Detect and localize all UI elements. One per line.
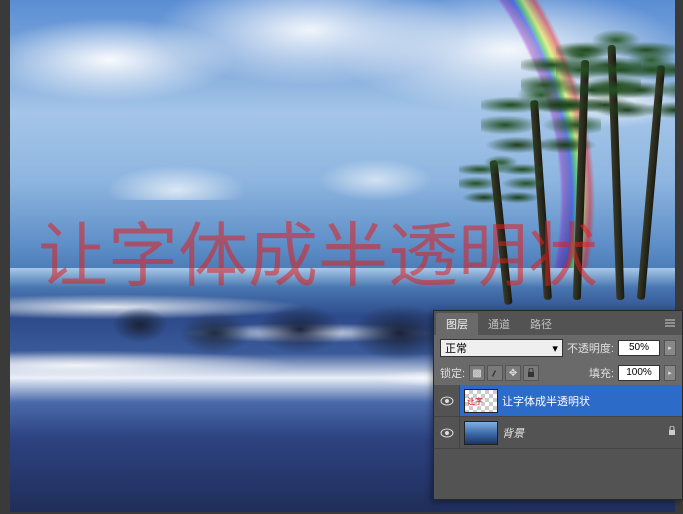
opacity-input[interactable]: 50% <box>618 340 660 356</box>
layer-name[interactable]: 背景 <box>502 425 662 441</box>
layer-list: 让字体成半透明状 背景 <box>434 385 682 499</box>
lock-icon <box>662 426 682 439</box>
fill-input[interactable]: 100% <box>618 365 660 381</box>
canvas-text-overlay[interactable]: 让字体成半透明状 <box>38 200 598 301</box>
blend-mode-select[interactable]: 正常 ▾ <box>440 339 563 357</box>
layer-list-empty <box>434 449 682 499</box>
lock-all-icon[interactable] <box>523 365 539 381</box>
lock-pixels-icon[interactable] <box>487 365 503 381</box>
visibility-toggle[interactable] <box>434 385 460 416</box>
layer-name[interactable]: 让字体成半透明状 <box>502 393 682 409</box>
lock-fill-row: 锁定: ▩ ✥ 填充: 100% ▸ <box>434 361 682 385</box>
layer-row-background[interactable]: 背景 <box>434 417 682 449</box>
chevron-down-icon: ▾ <box>552 342 558 355</box>
tab-layers[interactable]: 图层 <box>436 313 478 335</box>
layer-thumbnail[interactable] <box>464 389 498 413</box>
layer-thumbnail[interactable] <box>464 421 498 445</box>
panel-menu-icon[interactable] <box>660 316 680 333</box>
fill-label: 填充: <box>589 365 614 381</box>
lock-transparency-icon[interactable]: ▩ <box>469 365 485 381</box>
blend-mode-value: 正常 <box>445 340 467 356</box>
lock-label: 锁定: <box>440 365 465 381</box>
fill-arrow-icon[interactable]: ▸ <box>664 365 676 381</box>
tab-paths[interactable]: 路径 <box>520 313 562 335</box>
opacity-arrow-icon[interactable]: ▸ <box>664 340 676 356</box>
tab-channels[interactable]: 通道 <box>478 313 520 335</box>
eye-icon <box>440 396 454 406</box>
lock-position-icon[interactable]: ✥ <box>505 365 521 381</box>
blend-opacity-row: 正常 ▾ 不透明度: 50% ▸ <box>434 335 682 361</box>
opacity-label: 不透明度: <box>567 340 614 356</box>
panel-tabs: 图层 通道 路径 <box>434 311 682 335</box>
lock-icons-group: ▩ ✥ <box>469 365 539 381</box>
visibility-toggle[interactable] <box>434 417 460 448</box>
eye-icon <box>440 428 454 438</box>
layer-row-text[interactable]: 让字体成半透明状 <box>434 385 682 417</box>
layers-panel: 图层 通道 路径 正常 ▾ 不透明度: 50% ▸ 锁定: ▩ ✥ 填充: 10… <box>433 310 683 500</box>
